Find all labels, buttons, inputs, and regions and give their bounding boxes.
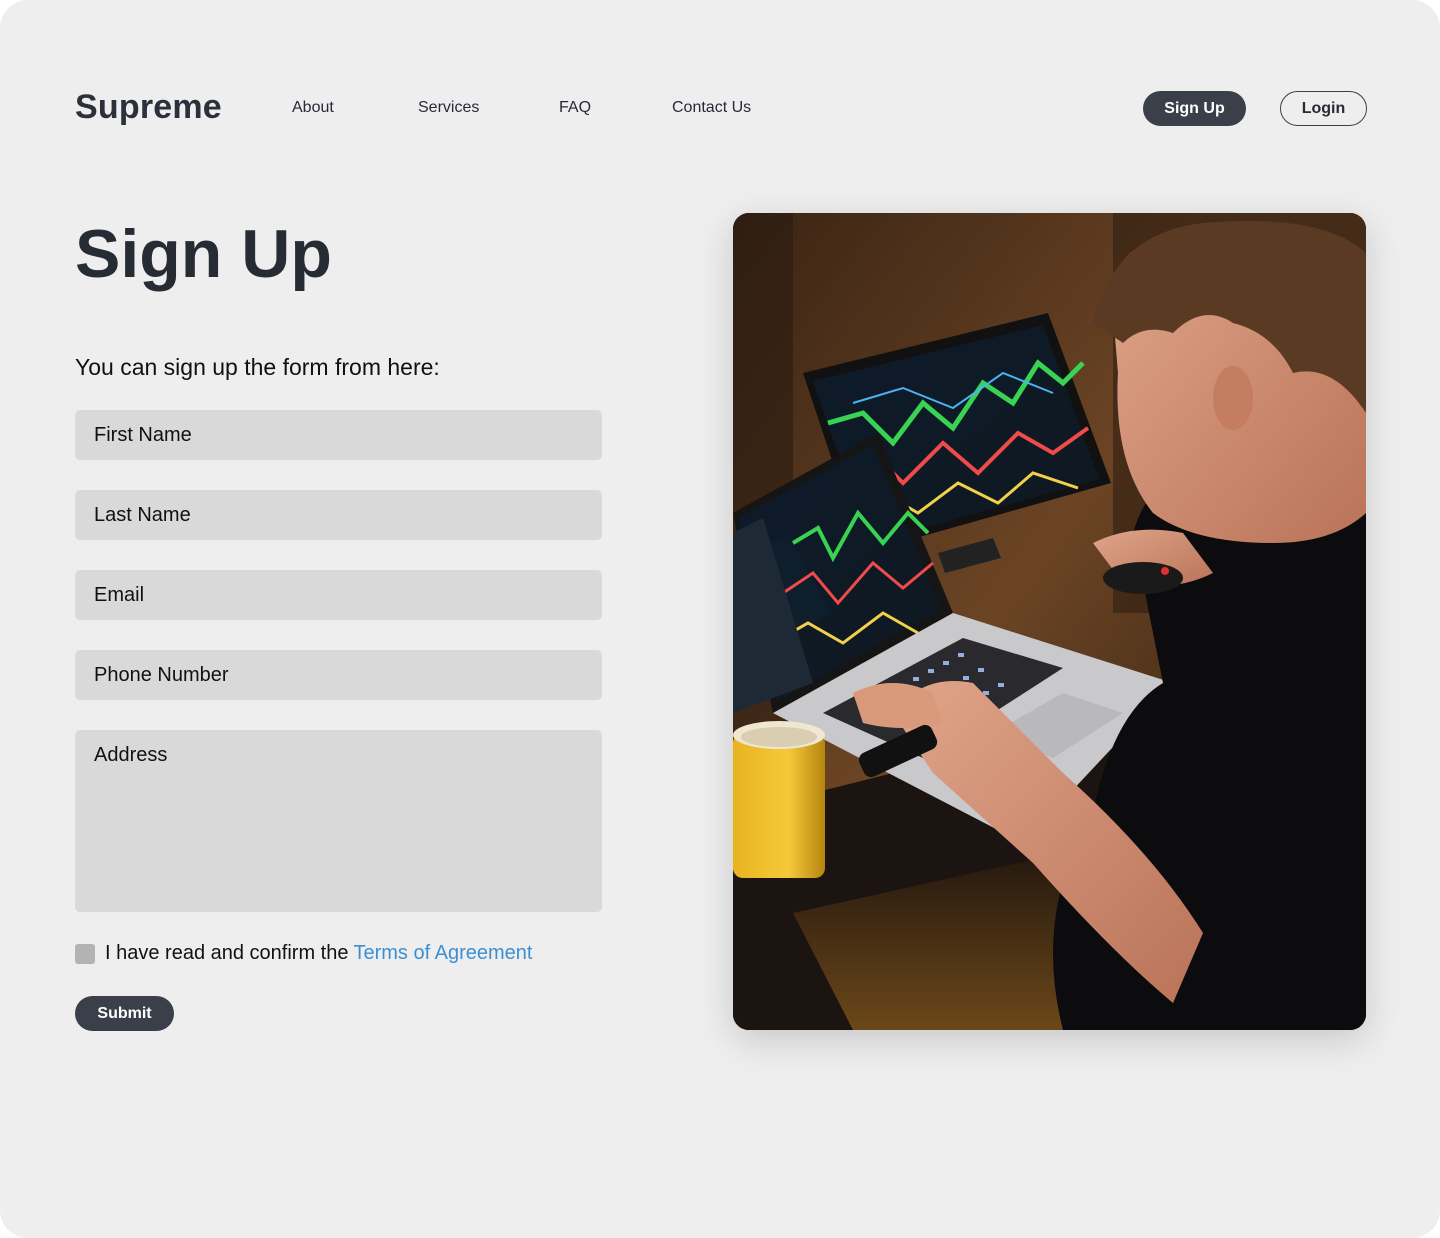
brand-logo[interactable]: Supreme	[75, 88, 222, 127]
nav-item-about[interactable]: About	[292, 99, 334, 117]
phone-number-field[interactable]	[75, 650, 602, 700]
form-subtitle: You can sign up the form from here:	[75, 354, 440, 380]
page: Supreme About Services FAQ Contact Us Si…	[0, 0, 1440, 1238]
last-name-field[interactable]	[75, 490, 602, 540]
terms-of-agreement-link[interactable]: Terms of Agreement	[353, 942, 532, 965]
hero-photo	[733, 213, 1366, 1030]
email-field[interactable]	[75, 570, 602, 620]
nav-item-contact-us[interactable]: Contact Us	[672, 99, 751, 117]
nav-item-faq[interactable]: FAQ	[559, 99, 591, 117]
header-signup-button[interactable]: Sign Up	[1143, 91, 1246, 126]
address-field[interactable]	[75, 730, 602, 912]
first-name-field[interactable]	[75, 410, 602, 460]
nav-item-services[interactable]: Services	[418, 99, 479, 117]
page-title: Sign Up	[75, 216, 332, 292]
terms-checkbox[interactable]	[75, 943, 95, 964]
terms-agreement-text: I have read and confirm the	[105, 942, 349, 964]
header-login-button[interactable]: Login	[1280, 91, 1367, 126]
submit-button[interactable]: Submit	[75, 996, 174, 1031]
terms-agreement: I have read and confirm the Terms of Agr…	[75, 942, 532, 965]
